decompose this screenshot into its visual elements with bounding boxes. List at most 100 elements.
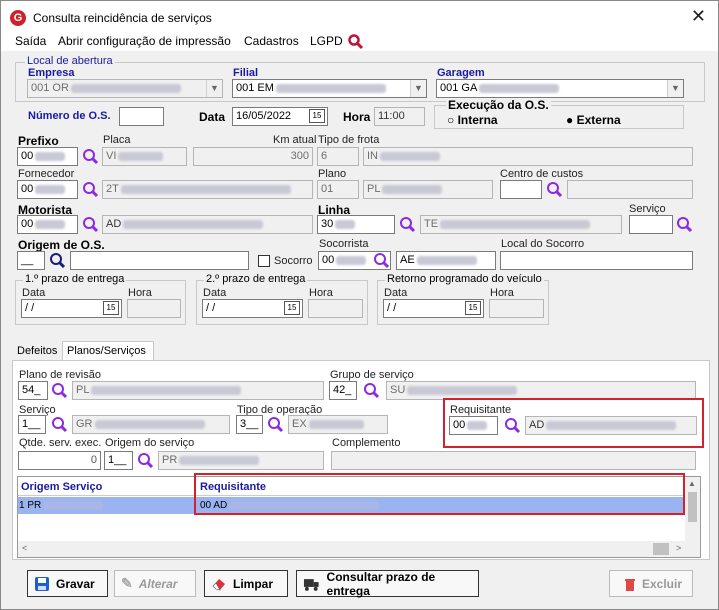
alterar-label: Alterar: [138, 576, 178, 591]
tab-planos-servicos[interactable]: Planos/Serviços: [62, 341, 154, 361]
trash-icon: [625, 578, 635, 591]
prazo2-hora-input: [308, 299, 363, 318]
plano-code: 01: [317, 180, 359, 199]
menu-bar: Saída Abrir configuração de impressão Ca…: [1, 33, 718, 51]
garagem-select[interactable]: 001 GA ▼: [436, 79, 684, 98]
centro-custos-search-icon[interactable]: [546, 181, 564, 199]
calendar-icon[interactable]: 15: [103, 301, 119, 315]
calendar-icon[interactable]: 15: [309, 109, 325, 123]
plano-label: Plano: [318, 168, 347, 180]
hscrollbar-thumb[interactable]: [653, 543, 669, 555]
menu-cadastros[interactable]: Cadastros: [244, 34, 299, 48]
prazo2-title: 2.º prazo de entrega: [204, 273, 308, 285]
window-title: Consulta reincidência de serviços: [33, 11, 212, 25]
numero-os-input[interactable]: [119, 107, 164, 126]
servico-input[interactable]: [629, 215, 673, 234]
limpar-label: Limpar: [233, 576, 274, 591]
search-icon[interactable]: [347, 33, 365, 51]
menu-abrir-config[interactable]: Abrir configuração de impressão: [58, 34, 231, 48]
tipo-operacao-input[interactable]: 3__: [236, 415, 263, 434]
complemento-input: [331, 451, 696, 470]
pencil-icon: ✎: [121, 575, 133, 591]
grupo-servico-search-icon[interactable]: [363, 382, 381, 400]
save-icon: [35, 576, 49, 591]
alterar-button[interactable]: ✎ Alterar: [114, 570, 196, 597]
consultar-prazo-button[interactable]: Consultar prazo de entrega: [296, 569, 479, 598]
requisitante-name: AD: [525, 416, 697, 435]
interna-radio[interactable]: ○ Interna: [447, 113, 498, 127]
tipo-frota-code: 6: [317, 147, 359, 166]
data-input[interactable]: 16/05/2022 15: [232, 107, 328, 126]
prazo1-data-label: Data: [22, 287, 46, 299]
filial-label: Filial: [233, 67, 259, 79]
requisitante-input[interactable]: 00: [449, 416, 498, 435]
requisitante-search-icon[interactable]: [504, 417, 522, 435]
motorista-name: AD: [102, 215, 313, 234]
externa-radio[interactable]: ● Externa: [566, 113, 621, 127]
retorno-hora-input: [489, 299, 544, 318]
gravar-button[interactable]: Gravar: [27, 570, 108, 597]
limpar-button[interactable]: Limpar: [204, 570, 288, 597]
local-socorro-input[interactable]: [500, 251, 693, 270]
tipo-operacao-name: EX: [288, 415, 388, 434]
hora-label: Hora: [343, 110, 371, 124]
motorista-search-icon[interactable]: [82, 216, 100, 234]
horizontal-scrollbar[interactable]: < >: [18, 541, 700, 557]
socorrista-name: AE: [396, 251, 496, 270]
calendar-icon[interactable]: 15: [284, 301, 300, 315]
retorno-data-label: Data: [384, 287, 408, 299]
prefixo-input[interactable]: 00: [17, 147, 78, 166]
retorno-data-input[interactable]: / /15: [383, 299, 484, 318]
socorro-checkbox[interactable]: [258, 255, 270, 267]
vertical-scrollbar[interactable]: ▲: [685, 477, 700, 541]
origem-servico-input[interactable]: 1__: [104, 451, 133, 470]
menu-lgpd[interactable]: LGPD: [310, 34, 343, 48]
origem-os-input[interactable]: __: [17, 251, 45, 270]
consultar-label: Consultar prazo de entrega: [326, 569, 436, 598]
servico-panel-search-icon[interactable]: [51, 416, 69, 434]
socorrista-search-icon[interactable]: [373, 252, 391, 270]
prazo2-data-label: Data: [203, 287, 227, 299]
plano-revisao-input[interactable]: 54_: [18, 381, 48, 400]
linha-search-icon[interactable]: [399, 216, 417, 234]
grupo-servico-input[interactable]: 42_: [329, 381, 357, 400]
prazo1-title: 1.º prazo de entrega: [23, 273, 127, 285]
filial-select[interactable]: 001 EM ▼: [232, 79, 427, 98]
grid-cell-origem: 1 PR: [19, 500, 104, 511]
linha-input[interactable]: 30: [317, 215, 395, 234]
empresa-select[interactable]: 001 OR ▼: [27, 79, 223, 98]
origem-os-search-icon[interactable]: [49, 252, 67, 270]
origem-os-label: Origem de O.S.: [18, 238, 105, 252]
fornecedor-search-icon[interactable]: [82, 181, 100, 199]
close-icon[interactable]: ✕: [691, 7, 706, 25]
excluir-button[interactable]: Excluir: [609, 570, 693, 597]
centro-custos-input[interactable]: [500, 180, 542, 199]
centro-custos-label: Centro de custos: [500, 168, 584, 180]
prazo2-data-input[interactable]: / /15: [202, 299, 303, 318]
fornecedor-input[interactable]: 00: [17, 180, 78, 199]
servico-panel-input[interactable]: 1__: [18, 415, 46, 434]
motorista-input[interactable]: 00: [17, 215, 78, 234]
scrollbar-thumb[interactable]: [688, 492, 697, 522]
prefixo-search-icon[interactable]: [82, 148, 100, 166]
plano-revisao-name: PL: [72, 381, 324, 400]
excluir-label: Excluir: [642, 576, 683, 591]
prazo1-data-input[interactable]: / /15: [21, 299, 122, 318]
menu-saida[interactable]: Saída: [15, 34, 46, 48]
title-bar: G Consulta reincidência de serviços ✕: [1, 1, 718, 33]
gravar-label: Gravar: [56, 576, 95, 591]
qtde-input[interactable]: 0: [18, 451, 101, 470]
tab-defeitos[interactable]: Defeitos: [13, 342, 61, 362]
tipo-frota-name: IN: [363, 147, 693, 166]
origem-servico-search-icon[interactable]: [137, 452, 155, 470]
execucao-legend: Execução da O.S.: [446, 98, 551, 112]
plano-revisao-search-icon[interactable]: [51, 382, 69, 400]
tipo-operacao-search-icon[interactable]: [267, 416, 285, 434]
servico-search-icon[interactable]: [676, 216, 694, 234]
grid-col-origem[interactable]: Origem Serviço: [21, 481, 102, 493]
window: G Consulta reincidência de serviços ✕ Sa…: [0, 0, 719, 610]
origem-servico-name: PR: [158, 451, 324, 470]
grupo-servico-label: Grupo de serviço: [330, 369, 414, 381]
calendar-icon[interactable]: 15: [465, 301, 481, 315]
app-logo-icon: G: [10, 10, 26, 26]
